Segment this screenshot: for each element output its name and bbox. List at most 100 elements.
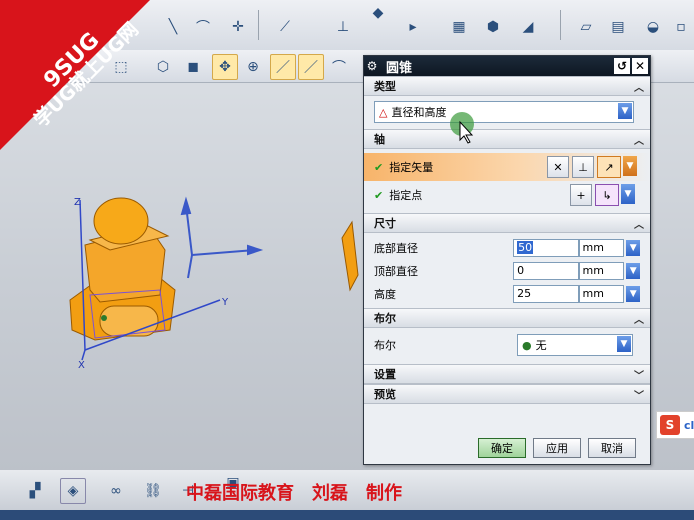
endpoint-icon[interactable]: ／ [270,54,296,80]
section-dimensions-header[interactable]: 尺寸 ︿ [364,213,650,233]
offset-icon[interactable]: ▸ [400,14,426,40]
base-diameter-unit[interactable]: mm [578,238,625,257]
dialog-title: 圆锥 [386,60,413,76]
boolean-label: 布尔 [374,339,396,352]
chain-icon[interactable]: ⛓ [140,478,166,504]
boolean-row: 布尔 ● 无 ▼ [374,334,640,356]
chevron-up-icon: ︿ [634,314,644,326]
surface-icon[interactable]: ▦ [446,14,472,40]
boolean-none-icon: ● [522,338,532,352]
side-logo-text: cl [684,418,694,432]
chevron-up-icon: ︿ [634,219,644,231]
section-boolean-header[interactable]: 布尔 ︿ [364,308,650,328]
curve-icon[interactable]: ⌒ [326,54,352,80]
section-axis-header[interactable]: 轴 ︿ [364,129,650,149]
vector-triad[interactable] [180,196,264,279]
chevron-down-icon[interactable]: ▼ [626,239,641,256]
top-diameter-row: 顶部直径 0 mm ▼ [374,259,641,282]
section-type-header[interactable]: 类型 ︿ [364,76,650,96]
midpoint-icon[interactable]: ／ [298,54,324,80]
ok-button[interactable]: 确定 [478,438,526,458]
arc-icon[interactable]: ⌒ [190,14,216,40]
blend-icon[interactable]: ◆ [365,0,391,26]
extend-icon[interactable]: ⊥ [330,14,356,40]
base-diameter-row: 底部直径 50 mm ▼ [374,236,641,259]
specify-vector-label: 指定矢量 [389,161,434,174]
preview-plane [341,220,359,292]
reverse-direction-icon[interactable]: ✕ [547,156,569,178]
type-dropdown-value: 直径和高度 [391,106,447,119]
dialog-footer: 确定 应用 取消 [478,438,636,458]
section-axis-label: 轴 [374,133,385,146]
reset-icon[interactable]: ↺ [614,58,630,74]
face-icon[interactable]: ▱ [573,14,599,40]
specify-point-label: 指定点 [389,189,423,202]
vector-constructor-icon[interactable]: ⊥ [572,156,594,178]
more-icon[interactable]: ▫ [668,14,694,40]
chevron-down-icon[interactable]: ▼ [626,285,641,302]
base-diameter-input[interactable]: 50 [513,238,579,257]
assembly-icon[interactable]: ▞ [22,478,48,504]
mouse-cursor [450,112,474,144]
trim-icon[interactable]: ⟋ [272,14,298,40]
axis-z-label: Z [74,197,81,208]
check-icon: ✔ [374,160,384,174]
top-diameter-label: 顶部直径 [374,264,418,278]
type-dropdown[interactable]: △ 直径和高度 ▼ [374,101,634,123]
specify-point-row[interactable]: ✔ 指定点 + ↳ ▼ [364,181,650,209]
solid-model[interactable] [69,197,176,341]
point-constructor-icon[interactable]: + [570,184,592,206]
section-preview-label: 预览 [374,388,396,401]
grid-face-icon[interactable]: ▤ [605,14,631,40]
line-icon[interactable]: ╲ [160,14,186,40]
settings-gear-icon[interactable]: ⚙ [364,59,380,73]
height-unit[interactable]: mm [578,284,625,303]
os-taskbar [0,510,694,520]
height-row: 高度 25 mm ▼ [374,282,641,305]
axis-y-label: Y [221,297,229,308]
snap-point-icon[interactable]: ✥ [212,54,238,80]
cone-dialog: ⚙ 圆锥 ↺ ✕ 类型 ︿ △ 直径和高度 ▼ 轴 ︿ ✔ 指定矢量 ✕ ⊥ ↗… [363,55,651,465]
section-preview-header[interactable]: 预览 ﹀ [364,384,650,404]
point-type-icon[interactable]: ↳ [595,184,619,206]
snap-center-icon[interactable]: ⊕ [240,54,266,80]
cone-type-icon: △ [379,105,388,119]
vector-type-icon[interactable]: ↗ [597,156,621,178]
chevron-down-icon[interactable]: ▼ [626,262,641,279]
section-settings-label: 设置 [374,368,396,381]
chevron-up-icon: ︿ [634,135,644,147]
dialog-titlebar[interactable]: ⚙ 圆锥 ↺ ✕ [364,56,650,76]
chevron-down-icon: ﹀ [634,370,644,382]
chevron-down-icon: ▼ [618,103,632,119]
axis-x-label: X [78,360,85,371]
shell-icon[interactable]: ◒ [640,14,666,40]
height-label: 高度 [374,287,396,301]
side-logo: S cl [656,411,694,439]
point-dropdown-icon[interactable]: ▼ [621,184,635,204]
section-boolean-label: 布尔 [374,312,396,325]
base-diameter-label: 底部直径 [374,241,418,255]
height-input[interactable]: 25 [513,284,579,303]
apply-button[interactable]: 应用 [533,438,581,458]
sweep-icon[interactable]: ◢ [515,14,541,40]
view-shaded-icon[interactable]: ⬡ [150,54,176,80]
top-diameter-input[interactable]: 0 [513,261,579,280]
snap-icon[interactable]: ✛ [225,14,251,40]
cancel-button[interactable]: 取消 [588,438,636,458]
chevron-down-icon: ﹀ [634,390,644,402]
boolean-value: 无 [535,339,547,352]
close-icon[interactable]: ✕ [632,58,648,74]
section-settings-header[interactable]: 设置 ﹀ [364,364,650,384]
mesh-icon[interactable]: ⬢ [480,14,506,40]
specify-vector-row[interactable]: ✔ 指定矢量 ✕ ⊥ ↗ ▼ [364,153,650,181]
link-icon[interactable]: ∞ [103,478,129,504]
cube-icon[interactable]: ◼ [180,54,206,80]
top-diameter-unit[interactable]: mm [578,261,625,280]
boolean-dropdown[interactable]: ● 无 ▼ [517,334,633,356]
vector-dropdown-icon[interactable]: ▼ [623,156,637,176]
credit-text: 中磊国际教育 刘磊 制作 [186,483,402,504]
chevron-up-icon: ︿ [634,82,644,94]
feature-icon[interactable]: ◈ [60,478,86,504]
sogou-s-icon: S [660,415,680,435]
check-icon: ✔ [374,188,384,202]
